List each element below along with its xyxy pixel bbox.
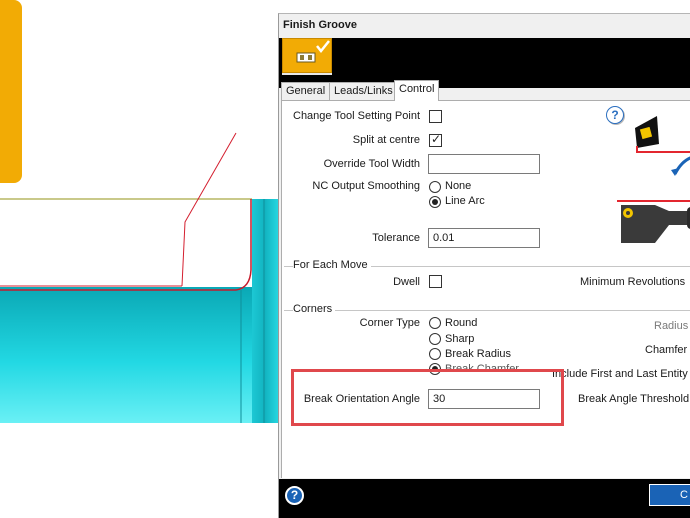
- tab-leads-links[interactable]: Leads/Links: [329, 82, 398, 101]
- help-icon[interactable]: ?: [606, 106, 624, 124]
- for-each-move-title: For Each Move: [293, 259, 371, 271]
- tool-holder-icon: [617, 200, 690, 243]
- corner-break-radius-label: Break Radius: [445, 348, 512, 360]
- dialog-title: Finish Groove: [279, 14, 690, 38]
- checkmark-icon: ✓: [431, 132, 442, 146]
- footer-ok-button[interactable]: C: [649, 484, 690, 506]
- toolpath: [181, 132, 237, 287]
- groove-profile: [0, 199, 252, 291]
- radius-label: Radius: [654, 320, 689, 332]
- part-shoulder: [252, 199, 278, 423]
- minimum-revolutions-label: Minimum Revolutions: [580, 276, 686, 288]
- override-tool-width-label: Override Tool Width: [323, 158, 420, 170]
- corner-sharp-label: Sharp: [445, 333, 475, 345]
- corners-title: Corners: [293, 303, 336, 315]
- corner-sharp-radio[interactable]: [429, 333, 441, 345]
- finish-groove-dialog: Finish Groove General Leads/Links Contro…: [278, 13, 690, 518]
- corner-break-radius-radio[interactable]: [429, 348, 441, 360]
- chamfer-label: Chamfer: [645, 344, 688, 356]
- viewport-yellow-panel: [0, 0, 22, 183]
- tool-button-indicator: [282, 73, 332, 75]
- finish-groove-tool-icon: [296, 40, 330, 63]
- include-first-last-entity-label: Include First and Last Entity: [552, 368, 688, 380]
- smoothing-line-arc-radio[interactable]: [429, 196, 441, 208]
- dialog-footer: ? C: [279, 479, 690, 518]
- tolerance-input[interactable]: 0.01: [428, 228, 540, 248]
- finish-groove-tool-button[interactable]: [282, 38, 332, 73]
- change-tool-setting-point-label: Change Tool Setting Point: [293, 110, 420, 122]
- part-view: [0, 0, 278, 423]
- override-tool-width-input[interactable]: [428, 154, 540, 174]
- tolerance-label: Tolerance: [372, 232, 420, 244]
- corner-round-label: Round: [445, 317, 478, 329]
- smoothing-line-arc-label: Line Arc: [445, 195, 485, 207]
- change-tool-setting-point-checkbox[interactable]: [429, 110, 442, 123]
- annotation-highlight: [291, 369, 564, 426]
- corner-type-label: Corner Type: [359, 317, 420, 329]
- dwell-label: Dwell: [393, 276, 420, 288]
- corner-round-radio[interactable]: [429, 317, 441, 329]
- nc-output-smoothing-label: NC Output Smoothing: [312, 180, 420, 192]
- corners-divider: [284, 310, 690, 311]
- split-at-centre-label: Split at centre: [352, 134, 420, 146]
- dwell-checkbox[interactable]: [429, 275, 442, 288]
- tab-control[interactable]: Control: [394, 80, 440, 101]
- cad-viewport[interactable]: [0, 0, 278, 518]
- screen: Finish Groove General Leads/Links Contro…: [0, 0, 690, 518]
- tool-orientation-icon: [635, 116, 690, 176]
- break-angle-threshold-label: Break Angle Threshold: [578, 393, 690, 405]
- part-body: [0, 287, 252, 423]
- footer-help-icon[interactable]: ?: [285, 486, 304, 505]
- smoothing-none-radio[interactable]: [429, 181, 441, 193]
- split-at-centre-checkbox[interactable]: ✓: [429, 132, 442, 147]
- dialog-toolstrip: [279, 38, 690, 88]
- tab-general[interactable]: General: [281, 82, 331, 101]
- smoothing-none-label: None: [445, 180, 472, 192]
